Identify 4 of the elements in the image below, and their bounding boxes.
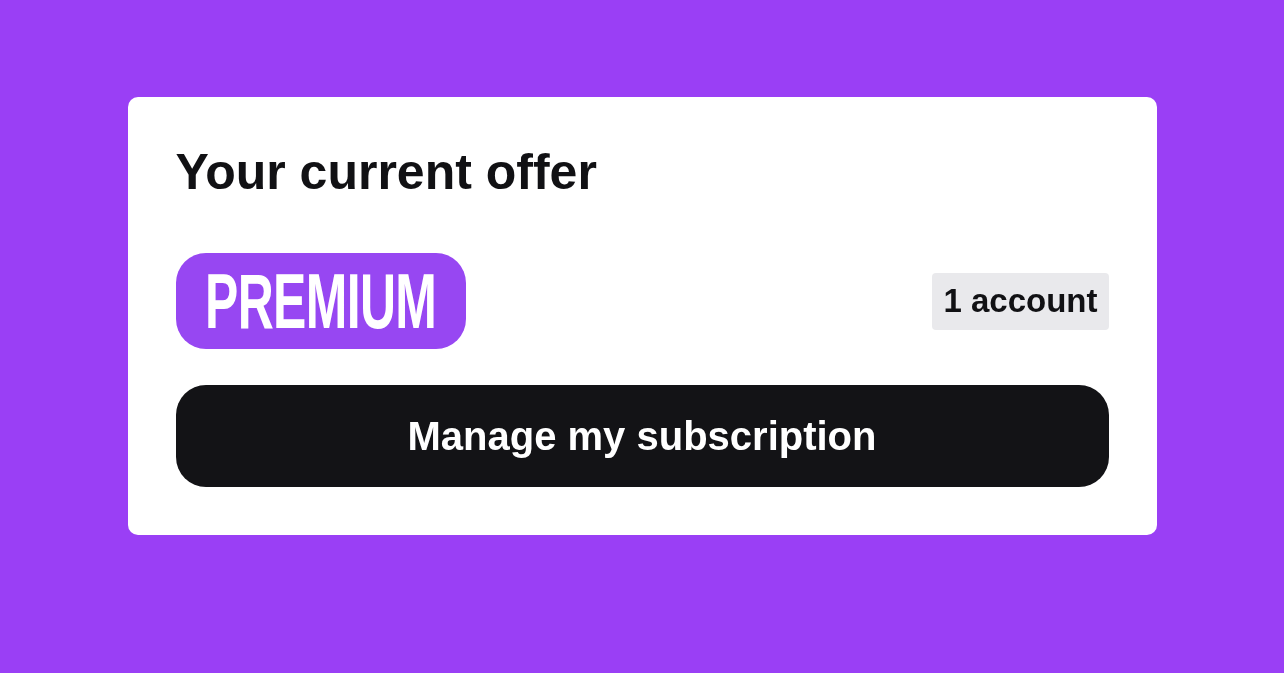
manage-subscription-button[interactable]: Manage my subscription xyxy=(175,385,1109,487)
premium-logo: PREMIUM xyxy=(175,253,466,349)
account-count-tag: 1 account xyxy=(932,272,1109,330)
card-title: Your current offer xyxy=(175,143,597,202)
